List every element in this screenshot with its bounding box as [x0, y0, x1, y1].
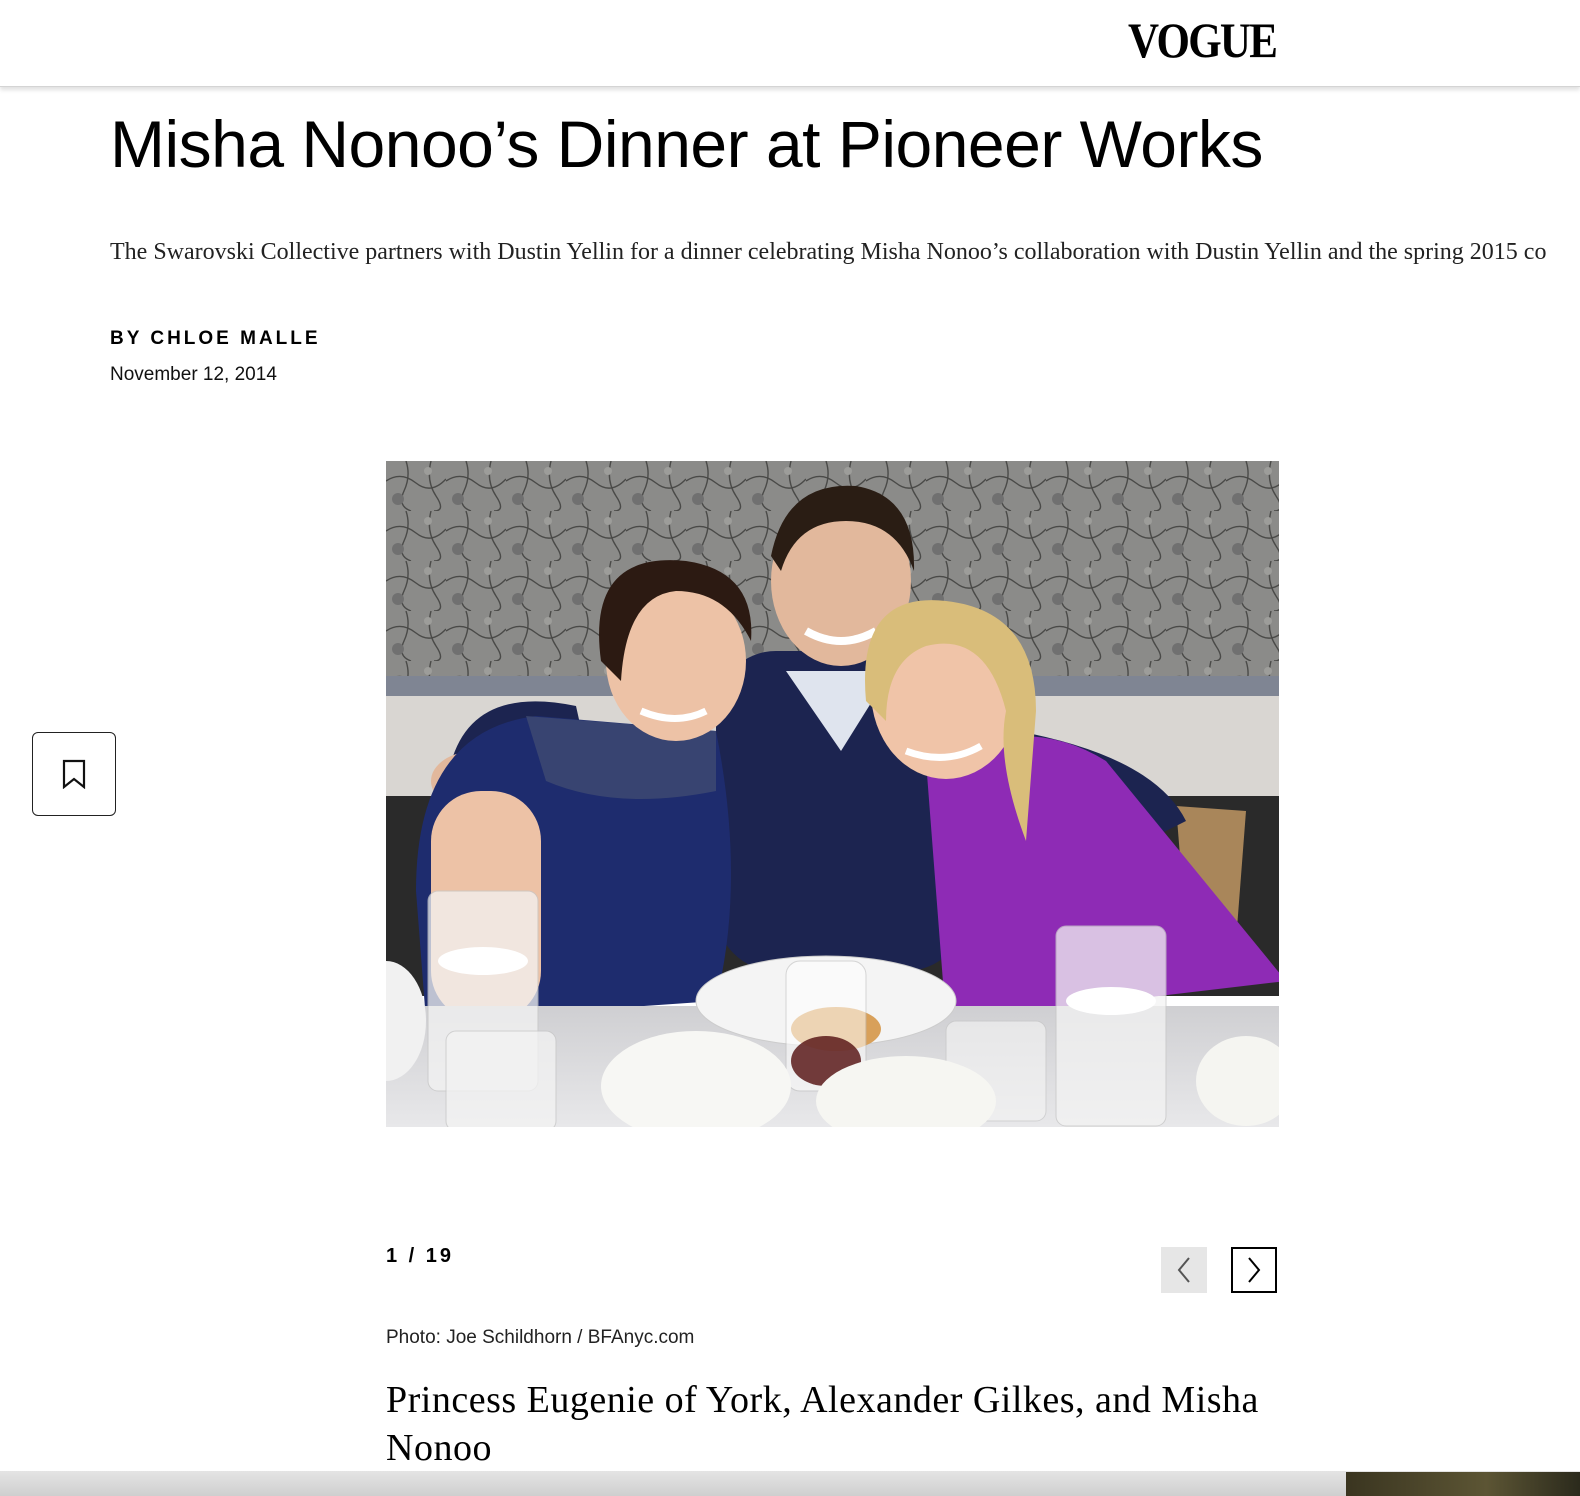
- author-link[interactable]: CHLOE MALLE: [150, 328, 320, 349]
- gallery-counter: 1 / 19: [386, 1245, 455, 1267]
- gallery-photo-illustration: [386, 461, 1279, 1127]
- bookmark-icon: [62, 759, 86, 789]
- bottom-ad-strip: [0, 1471, 1580, 1496]
- gallery-next-button[interactable]: [1231, 1247, 1277, 1293]
- photo-credit: Photo: Joe Schildhorn / BFAnyc.com: [386, 1327, 695, 1348]
- bookmark-button[interactable]: [32, 732, 116, 816]
- article-title: Misha Nonoo’s Dinner at Pioneer Works: [110, 107, 1263, 181]
- vogue-logo[interactable]: VOGUE: [1128, 12, 1278, 68]
- publish-date: November 12, 2014: [110, 364, 277, 385]
- byline-prefix: BY: [110, 328, 143, 349]
- article-dek: The Swarovski Collective partners with D…: [110, 239, 1547, 265]
- photo-caption: Princess Eugenie of York, Alexander Gilk…: [386, 1379, 1259, 1469]
- byline: BY CHLOE MALLE: [110, 326, 321, 352]
- gallery-prev-button[interactable]: [1161, 1247, 1207, 1293]
- chevron-right-icon: [1248, 1257, 1261, 1283]
- chevron-left-icon: [1177, 1257, 1190, 1283]
- bottom-thumbnail[interactable]: [1346, 1472, 1580, 1496]
- gallery-photo[interactable]: [386, 461, 1279, 1127]
- site-header: VOGUE: [0, 0, 1580, 87]
